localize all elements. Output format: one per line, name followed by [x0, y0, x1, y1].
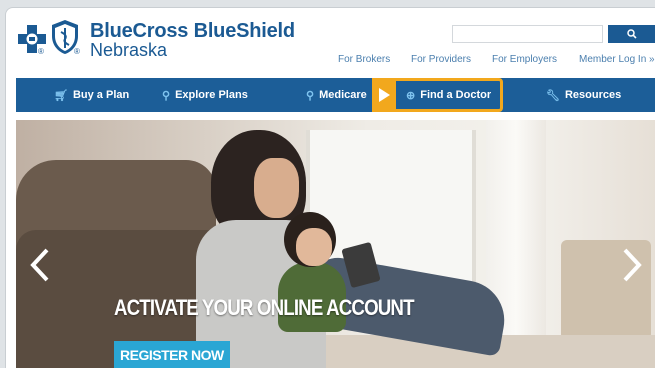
nav-buy-a-plan[interactable]: 🛒︎ Buy a Plan	[54, 78, 129, 112]
link-for-providers[interactable]: For Providers	[411, 54, 471, 65]
browser-page: ® ® BlueCross BlueShield Nebraska For Br…	[5, 7, 655, 368]
link-for-brokers[interactable]: For Brokers	[338, 54, 390, 65]
nav-label: Medicare	[319, 89, 367, 101]
hero-headline: ACTIVATE YOUR ONLINE ACCOUNT	[114, 295, 415, 320]
search-icon: ⚲	[306, 89, 315, 102]
wrench-icon: 🔧︎	[546, 89, 560, 102]
audience-links: For Brokers For Providers For Employers …	[6, 54, 655, 68]
cart-icon: 🛒︎	[54, 89, 68, 102]
link-member-log-in[interactable]: Member Log In »	[579, 54, 655, 65]
nav-label: Resources	[564, 89, 622, 101]
link-for-employers[interactable]: For Employers	[492, 54, 557, 65]
search-button[interactable]	[608, 25, 655, 43]
nav-resources[interactable]: 🔧︎ Resources	[546, 78, 621, 112]
location-icon: ⊕	[406, 89, 416, 102]
nav-explore-plans[interactable]: ⚲ Explore Plans	[162, 78, 248, 112]
main-nav: 🛒︎ Buy a Plan ⚲ Explore Plans ⚲ Medicare…	[16, 78, 655, 112]
search-icon: ⚲	[162, 89, 171, 102]
hero-carousel: ACTIVATE YOUR ONLINE ACCOUNT REGISTER NO…	[16, 120, 655, 368]
register-now-button[interactable]: REGISTER NOW	[114, 341, 230, 368]
nav-medicare[interactable]: ⚲ Medicare	[306, 78, 367, 112]
nav-label: Buy a Plan	[72, 89, 130, 101]
callout-arrow-icon	[379, 88, 390, 102]
nav-label: Explore Plans	[175, 89, 248, 101]
search-icon	[627, 29, 637, 39]
hero-photo-woman-face	[254, 158, 299, 218]
carousel-prev-icon[interactable]	[30, 248, 50, 282]
hero-photo-child-face	[296, 228, 332, 266]
carousel-next-icon[interactable]	[622, 248, 642, 282]
site-search-input[interactable]	[452, 25, 603, 43]
nav-label: Find a Doctor	[420, 89, 492, 101]
nav-find-a-doctor[interactable]: ⊕ Find a Doctor	[406, 78, 491, 112]
